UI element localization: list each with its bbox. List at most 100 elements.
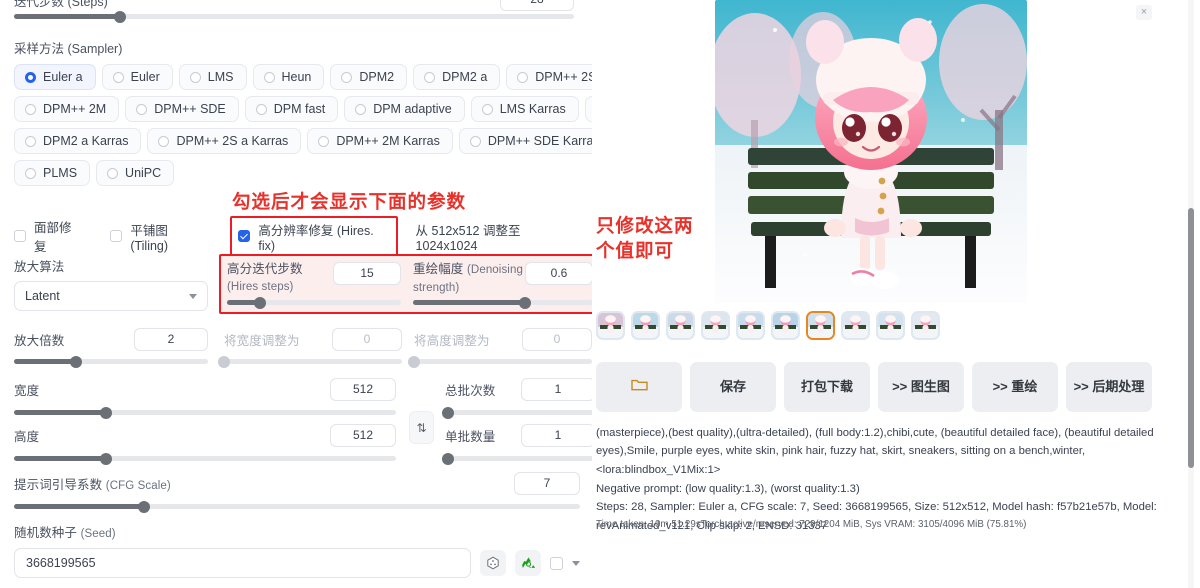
recycle-icon[interactable] (515, 550, 541, 576)
hires-steps-slider[interactable] (227, 296, 401, 309)
sampler-option-label: DPM adaptive (373, 102, 452, 116)
upscale-by-value[interactable]: 2 (134, 328, 208, 351)
open-folder-button[interactable] (596, 362, 682, 412)
sampler-option-dpm-2m[interactable]: DPM++ 2M (14, 96, 120, 122)
sampler-option-label: DPM++ 2M (43, 102, 107, 116)
settings-panel: 迭代步数 (Steps) 28 采样方法 (Sampler) Euler aEu… (0, 0, 592, 588)
scrollbar-thumb[interactable] (1188, 208, 1194, 468)
steps-slider[interactable] (14, 10, 574, 23)
send-to-img2img-button[interactable]: >> 图生图 (878, 362, 964, 412)
cfg-scale-value[interactable]: 7 (514, 472, 580, 495)
resize-width-value[interactable]: 0 (332, 328, 402, 351)
sampler-row: Euler a Euler LMS Heun DPM2 DPM2 a DPM++ 2S a (14, 64, 592, 90)
sampler-option-lms-karras[interactable]: LMS Karras (470, 96, 579, 122)
denoising-slider[interactable] (413, 296, 592, 309)
gallery-thumbnail[interactable] (596, 311, 625, 340)
batch-count-slider[interactable] (442, 406, 592, 419)
upscale-by-slider[interactable] (14, 355, 208, 368)
denoising-strength-control[interactable]: 重绘幅度 (Denoising strength) 0.6 (407, 256, 592, 312)
dice-icon[interactable] (480, 550, 506, 576)
hires-fix-highlight-box: 高分辨率修复 (Hires. fix) (230, 215, 398, 257)
radio-icon (25, 103, 36, 115)
width-slider[interactable] (14, 406, 396, 419)
gallery-thumbnail[interactable] (701, 311, 730, 340)
sampler-option-heun[interactable]: Heun (252, 64, 325, 90)
radio-icon (255, 103, 267, 115)
resize-height-value[interactable]: 0 (522, 328, 592, 351)
width-value[interactable]: 512 (330, 378, 396, 401)
sampler-option-dpm-2s-a-karras[interactable]: DPM++ 2S a Karras (147, 128, 302, 154)
close-icon[interactable]: × (1136, 5, 1152, 20)
swap-dimensions-button[interactable]: ⇅ (409, 411, 434, 444)
seed-expand-chevron-icon[interactable] (572, 560, 580, 566)
gallery-thumbnail[interactable] (911, 311, 940, 340)
sampler-title-cn: 采样方法 (14, 42, 65, 56)
sampler-option-dpm2[interactable]: DPM2 (330, 64, 408, 90)
denoising-value[interactable]: 0.6 (525, 262, 592, 285)
gallery-thumbnail[interactable] (631, 311, 660, 340)
cfg-scale-slider[interactable] (14, 500, 580, 513)
zip-download-button[interactable]: 打包下载 (784, 362, 870, 412)
sampler-radio-group[interactable]: Euler a Euler LMS Heun DPM2 DPM2 a DPM++ 2S a D… (14, 64, 592, 186)
sampler-option-euler[interactable]: Euler (101, 64, 173, 90)
sampler-option-plms[interactable]: PLMS (14, 160, 91, 186)
seed-input[interactable]: 3668199565 (14, 548, 471, 578)
denoising-label: 重绘幅度 (Denoising strength) (413, 261, 525, 296)
button-label: 保存 (719, 378, 746, 394)
gallery-thumbnail[interactable] (771, 311, 800, 340)
sampler-option-dpm-fast[interactable]: DPM fast (244, 96, 339, 122)
sampler-option-dpm-sde-karras[interactable]: DPM++ SDE Karras (458, 128, 592, 154)
gallery-thumbnail[interactable] (806, 311, 835, 340)
save-button[interactable]: 保存 (690, 362, 776, 412)
sampler-option-dpm2-a[interactable]: DPM2 a (413, 64, 501, 90)
batch-count-control[interactable]: 总批次数 1 (442, 378, 592, 419)
batch-size-control[interactable]: 单批数量 1 (442, 424, 592, 465)
gallery-thumbnail[interactable] (876, 311, 905, 340)
face-restore-checkbox[interactable] (14, 230, 26, 242)
width-control[interactable]: 宽度 512 (14, 378, 396, 419)
sampler-option-unipc[interactable]: UniPC (96, 160, 175, 186)
cfg-scale-label-en: (CFG Scale) (105, 480, 171, 492)
extra-seed-checkbox[interactable] (550, 556, 563, 570)
hires-fix-checkbox[interactable] (238, 230, 251, 242)
resize-height-control[interactable]: 将高度调整为 0 (408, 328, 592, 368)
generated-image-preview[interactable] (715, 0, 1027, 303)
hires-steps-control[interactable]: 高分迭代步数 (Hires steps) 15 (221, 256, 407, 312)
resize-height-slider[interactable] (408, 355, 592, 368)
sampler-option-dpm2-a-karras[interactable]: DPM2 a Karras (14, 128, 142, 154)
upscaler-select[interactable]: Latent (14, 281, 208, 311)
resize-width-control[interactable]: 将宽度调整为 0 (218, 328, 402, 368)
sampler-option-lms[interactable]: LMS (178, 64, 247, 90)
sampler-option-euler-a[interactable]: Euler a (14, 64, 96, 90)
seed-label-en: (Seed) (80, 528, 116, 540)
hires-steps-value[interactable]: 15 (333, 262, 401, 285)
height-value[interactable]: 512 (330, 424, 396, 447)
upscale-by-control[interactable]: 放大倍数 2 (14, 328, 208, 368)
batch-size-slider[interactable] (442, 452, 592, 465)
height-slider[interactable] (14, 452, 396, 465)
output-action-buttons[interactable]: 保存 打包下载 >> 图生图 >> 重绘 >> 后期处理 (596, 362, 1152, 412)
resize-width-slider[interactable] (218, 355, 402, 368)
sampler-option-label: Euler a (43, 70, 83, 84)
sampler-option-dpm-2s-a[interactable]: DPM++ 2S a (506, 64, 592, 90)
gallery-thumbnail[interactable] (736, 311, 765, 340)
upscaler-control[interactable]: 放大算法 Latent (14, 256, 208, 311)
steps-control[interactable]: 迭代步数 (Steps) 28 (14, 0, 580, 30)
send-to-extras-button[interactable]: >> 后期处理 (1066, 362, 1152, 412)
sampler-option-dpm2-karras[interactable]: DPM2 Karras (584, 96, 592, 122)
sampler-option-dpm-sde[interactable]: DPM++ SDE (125, 96, 239, 122)
steps-value[interactable]: 28 (500, 0, 574, 11)
image-gallery-thumbnails[interactable] (596, 311, 940, 340)
tiling-checkbox[interactable] (110, 230, 123, 242)
sampler-option-dpm-adaptive[interactable]: DPM adaptive (344, 96, 465, 122)
batch-size-value[interactable]: 1 (521, 424, 592, 447)
batch-count-value[interactable]: 1 (521, 378, 592, 401)
cfg-scale-control[interactable]: 提示词引导系数 (CFG Scale) 7 (14, 472, 580, 513)
height-control[interactable]: 高度 512 (14, 424, 396, 465)
radio-icon (25, 167, 36, 179)
gallery-thumbnail[interactable] (666, 311, 695, 340)
sampler-option-label: DPM++ SDE Karras (487, 134, 592, 148)
send-to-inpaint-button[interactable]: >> 重绘 (972, 362, 1058, 412)
gallery-thumbnail[interactable] (841, 311, 870, 340)
sampler-option-dpm-2m-karras[interactable]: DPM++ 2M Karras (307, 128, 453, 154)
